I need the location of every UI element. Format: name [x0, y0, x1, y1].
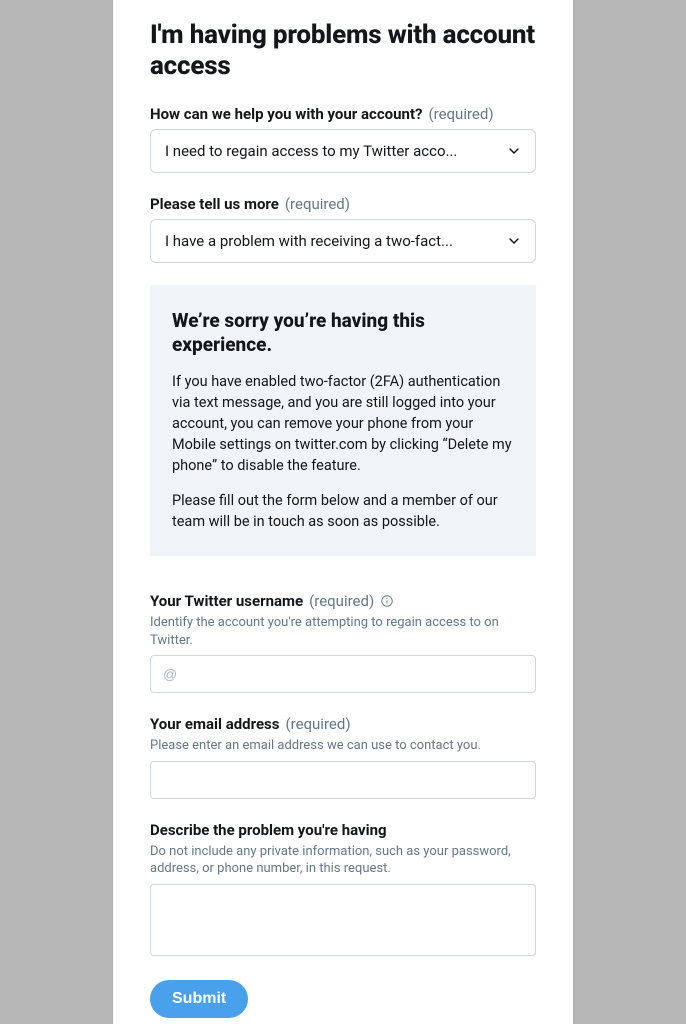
email-input[interactable]: [150, 761, 536, 799]
email-help: Please enter an email address we can use…: [150, 737, 536, 755]
describe-label: Describe the problem you're having: [150, 821, 536, 839]
tell-more-label-text: Please tell us more: [150, 195, 279, 213]
info-icon: [380, 594, 394, 608]
required-suffix: (required): [285, 195, 350, 213]
required-suffix: (required): [309, 592, 374, 610]
username-label: Your Twitter username (required): [150, 592, 536, 610]
submit-button[interactable]: Submit: [150, 980, 248, 1018]
required-suffix: (required): [429, 105, 494, 123]
notice-box: We’re sorry you’re having this experienc…: [150, 285, 536, 556]
form-card: I'm having problems with account access …: [150, 0, 536, 1018]
email-label-text: Your email address: [150, 715, 279, 733]
tell-more-label: Please tell us more (required): [150, 195, 536, 213]
username-help: Identify the account you're attempting t…: [150, 614, 536, 649]
email-label: Your email address (required): [150, 715, 536, 733]
help-question-select-wrap: I need to regain access to my Twitter ac…: [150, 129, 536, 173]
required-suffix: (required): [285, 715, 350, 733]
help-question-select[interactable]: I need to regain access to my Twitter ac…: [150, 129, 536, 173]
username-label-text: Your Twitter username: [150, 592, 303, 610]
notice-heading: We’re sorry you’re having this experienc…: [172, 309, 514, 357]
describe-label-text: Describe the problem you're having: [150, 821, 387, 839]
notice-paragraph-2: Please fill out the form below and a mem…: [172, 490, 514, 532]
page-title: I'm having problems with account access: [150, 20, 536, 81]
username-input[interactable]: [150, 655, 536, 693]
notice-paragraph-1: If you have enabled two-factor (2FA) aut…: [172, 371, 514, 476]
tell-more-select[interactable]: I have a problem with receiving a two-fa…: [150, 219, 536, 263]
page-container: I'm having problems with account access …: [113, 0, 573, 1024]
describe-help: Do not include any private information, …: [150, 843, 536, 878]
describe-textarea[interactable]: [150, 884, 536, 956]
tell-more-select-wrap: I have a problem with receiving a two-fa…: [150, 219, 536, 263]
help-question-label: How can we help you with your account? (…: [150, 105, 536, 123]
help-question-label-text: How can we help you with your account?: [150, 105, 423, 123]
